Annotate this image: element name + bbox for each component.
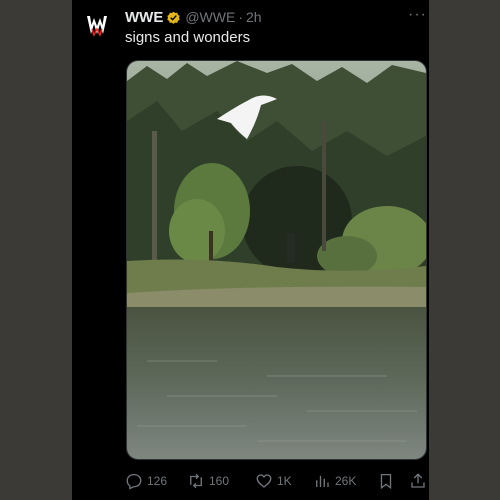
wwe-logo-icon[interactable] [84, 12, 110, 38]
views-button[interactable]: 26K [313, 470, 356, 492]
reply-icon [126, 473, 142, 490]
more-options-icon[interactable]: ··· [408, 7, 427, 23]
heart-icon [256, 474, 272, 488]
post-card[interactable]: WWE @WWE · 2h ··· signs and wonders 126 … [72, 0, 429, 500]
repost-button[interactable]: 160 [187, 470, 229, 492]
like-button[interactable]: 1K [255, 470, 292, 492]
post-timestamp[interactable]: 2h [246, 9, 262, 25]
reply-button[interactable]: 126 [125, 470, 167, 492]
like-count: 1K [277, 474, 292, 488]
repost-icon [190, 473, 202, 489]
reply-count: 126 [147, 474, 168, 488]
action-bar: 126 160 1K 26K [125, 470, 429, 492]
share-button[interactable] [409, 470, 429, 492]
post-text: signs and wonders [125, 29, 251, 46]
bookmark-button[interactable] [377, 470, 399, 492]
view-count: 26K [335, 474, 357, 488]
bookmark-icon [380, 473, 392, 490]
separator-dot: · [238, 9, 243, 25]
repost-count: 160 [209, 474, 230, 488]
post-video[interactable] [126, 60, 427, 460]
author-name[interactable]: WWE [125, 9, 163, 26]
author-handle[interactable]: @WWE [185, 9, 235, 25]
share-icon [411, 473, 425, 488]
verified-badge-icon[interactable] [166, 10, 181, 25]
post-header: WWE @WWE · 2h [125, 7, 429, 27]
views-chart-icon [316, 475, 329, 487]
